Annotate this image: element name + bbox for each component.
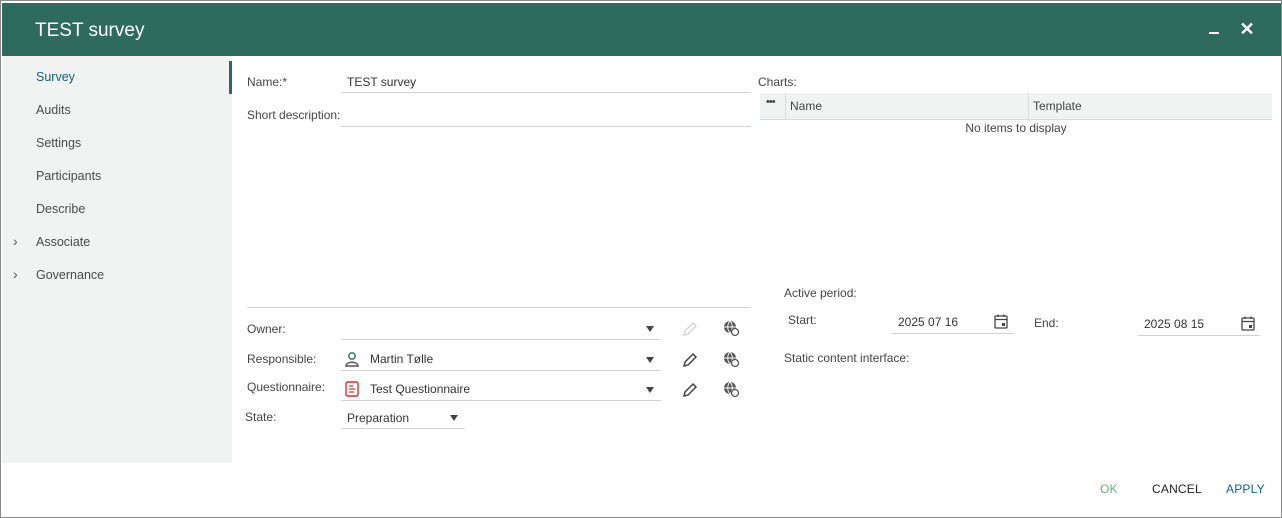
sidebar-item-associate[interactable]: › Associate	[2, 228, 229, 258]
column-header-template[interactable]: Template	[1033, 99, 1082, 113]
globe-link-icon[interactable]	[722, 350, 740, 368]
sidebar-item-label: Governance	[36, 268, 105, 282]
active-indicator	[229, 61, 232, 94]
sidebar-item-label: Associate	[36, 235, 91, 249]
sidebar-item-settings[interactable]: Settings	[2, 129, 229, 159]
window-title: TEST survey	[35, 20, 145, 41]
globe-link-icon[interactable]	[722, 319, 740, 337]
column-header-name[interactable]: Name	[790, 99, 822, 113]
questionnaire-label: Questionnaire:	[247, 380, 326, 394]
sidebar-item-survey[interactable]: Survey	[2, 63, 229, 93]
sidebar-item-label: Settings	[36, 136, 82, 150]
sidebar-item-label: Audits	[36, 103, 71, 117]
apply-button[interactable]: APPLY	[1226, 482, 1265, 496]
sidebar-item-governance[interactable]: › Governance	[2, 261, 229, 291]
globe-link-icon[interactable]	[722, 380, 740, 398]
short-description-input[interactable]	[341, 101, 751, 127]
owner-label: Owner:	[247, 322, 286, 336]
responsible-select[interactable]: Martin Tølle	[341, 347, 661, 371]
column-separator	[1028, 93, 1029, 120]
cancel-button[interactable]: CANCEL	[1152, 482, 1202, 496]
active-period-label: Active period:	[784, 286, 857, 300]
state-value: Preparation	[347, 411, 410, 425]
dropdown-caret-icon[interactable]	[646, 326, 654, 332]
static-content-interface-label: Static content interface:	[784, 351, 910, 365]
owner-select[interactable]	[341, 316, 661, 340]
start-date-value: 2025 07 16	[898, 315, 959, 329]
dropdown-caret-icon[interactable]	[450, 415, 458, 421]
pencil-icon[interactable]	[681, 351, 699, 369]
sidebar-item-label: Describe	[36, 202, 86, 216]
sidebar: Survey Audits Settings Participants Desc…	[2, 56, 232, 463]
sidebar-item-label: Survey	[36, 70, 75, 84]
sidebar-item-audits[interactable]: Audits	[2, 96, 229, 126]
grid-menu-icon[interactable]: •••	[766, 96, 776, 108]
state-select[interactable]: Preparation	[341, 406, 465, 429]
pencil-icon[interactable]	[681, 381, 699, 399]
name-value: TEST survey	[347, 75, 417, 89]
charts-label: Charts:	[758, 75, 797, 89]
description-area-divider	[247, 307, 751, 308]
end-date-value: 2025 08 15	[1144, 317, 1205, 331]
end-label: End:	[1034, 316, 1059, 330]
start-label: Start:	[788, 313, 817, 327]
chevron-right-icon[interactable]: ›	[13, 266, 18, 282]
state-label: State:	[245, 410, 277, 424]
minimize-icon[interactable]	[1203, 18, 1225, 40]
chevron-right-icon[interactable]: ›	[13, 233, 18, 249]
responsible-value: Martin Tølle	[370, 352, 434, 366]
responsible-label: Responsible:	[247, 352, 317, 366]
column-separator	[785, 93, 786, 120]
pencil-icon	[682, 321, 698, 337]
questionnaire-value: Test Questionnaire	[370, 382, 471, 396]
calendar-icon[interactable]	[1241, 316, 1255, 331]
sidebar-item-participants[interactable]: Participants	[2, 162, 229, 192]
title-bar: TEST survey ✕	[2, 3, 1281, 56]
end-date-input[interactable]: 2025 08 15	[1138, 312, 1260, 336]
person-icon	[345, 352, 359, 367]
short-description-label: Short description:	[247, 108, 341, 122]
sidebar-item-label: Participants	[36, 169, 102, 183]
questionnaire-select[interactable]: Test Questionnaire	[341, 377, 661, 401]
calendar-icon[interactable]	[994, 314, 1008, 329]
sidebar-item-describe[interactable]: Describe	[2, 195, 229, 225]
questionnaire-icon	[345, 381, 359, 397]
dropdown-caret-icon[interactable]	[646, 357, 654, 363]
charts-empty-message: No items to display	[965, 121, 1067, 135]
name-input[interactable]: TEST survey	[341, 70, 751, 93]
start-date-input[interactable]: 2025 07 16	[892, 310, 1014, 334]
ok-button[interactable]: OK	[1100, 482, 1118, 496]
close-icon[interactable]: ✕	[1236, 18, 1258, 40]
name-label: Name:*	[247, 75, 288, 89]
dialog: TEST survey ✕ Survey Audits Settings Par…	[0, 0, 1282, 518]
charts-grid-header: ••• Name Template	[760, 93, 1272, 120]
dropdown-caret-icon[interactable]	[646, 387, 654, 393]
